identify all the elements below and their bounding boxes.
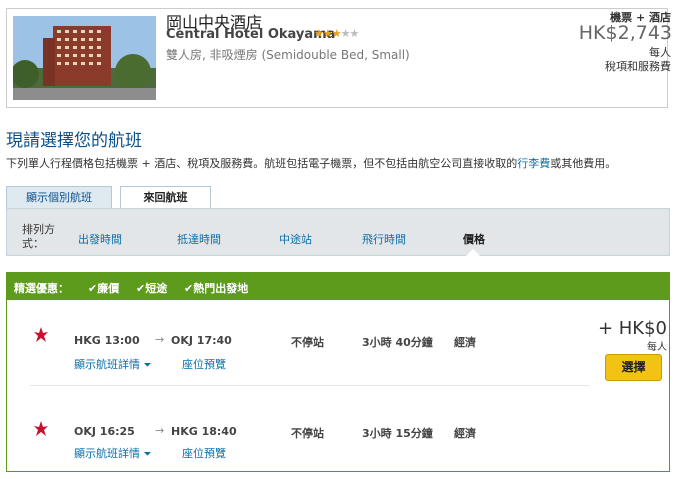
hotel-star-rating: ★★★★★ bbox=[314, 27, 360, 40]
flight-1-details-link[interactable]: 顯示航班詳情 ⏷ bbox=[74, 356, 152, 372]
arrow-right-icon: → bbox=[155, 424, 165, 437]
sort-departure-time[interactable]: 出發時間 bbox=[78, 231, 122, 247]
promo-tag-label: 廉價 bbox=[97, 282, 120, 295]
intro-text: 下列單人行程價格包括機票 + 酒店、稅項及服務費。航班包括電子機票，但不包括由航… bbox=[6, 155, 616, 171]
flight-2-arrival: HKG 18:40 bbox=[171, 425, 237, 438]
flight-1-stops: 不停站 bbox=[291, 336, 324, 349]
select-button[interactable]: 選擇 bbox=[605, 354, 662, 381]
sort-stops[interactable]: 中途站 bbox=[279, 231, 312, 247]
flight-1-departure: HKG 13:00 bbox=[74, 334, 140, 347]
flight-results-panel bbox=[6, 272, 670, 472]
airline-logo-icon bbox=[33, 326, 49, 344]
tab-individual-flights[interactable]: 顯示個別航班 bbox=[6, 186, 112, 208]
package-price: HK$2,743 bbox=[578, 22, 672, 44]
flight-1-cabin: 經濟 bbox=[454, 336, 476, 349]
tab-round-trip[interactable]: 來回航班 bbox=[120, 186, 211, 209]
hotel-name-english[interactable]: Central Hotel Okayama bbox=[166, 27, 335, 42]
check-icon: ✔ bbox=[136, 282, 146, 295]
intro-text-before: 下列單人行程價格包括機票 + 酒店、稅項及服務費。航班包括電子機票，但不包括由航… bbox=[6, 157, 518, 170]
star-empty-icon: ★ bbox=[349, 27, 360, 40]
arrow-right-icon: → bbox=[155, 333, 165, 346]
flight-2-details-link[interactable]: 顯示航班詳情 ⏷ bbox=[74, 445, 152, 461]
flight-1-seat-preview-link[interactable]: 座位預覽 bbox=[182, 356, 226, 372]
expand-icon: ⏷ bbox=[143, 449, 152, 460]
flight-2-stops: 不停站 bbox=[291, 427, 324, 440]
flight-2-departure: OKJ 16:25 bbox=[74, 425, 135, 438]
expand-icon: ⏷ bbox=[143, 360, 152, 371]
sort-arrival-time[interactable]: 抵達時間 bbox=[177, 231, 221, 247]
baggage-fee-link[interactable]: 行李費 bbox=[517, 157, 550, 170]
page-title: 現請選擇您的航班 bbox=[6, 131, 142, 151]
flight-1-duration: 3小時 40分鐘 bbox=[362, 336, 433, 349]
check-icon: ✔ bbox=[184, 282, 194, 295]
offer-price: + HK$0 bbox=[597, 318, 667, 339]
promo-tag-short: ✔短途 bbox=[136, 280, 167, 296]
star-icon: ★ bbox=[331, 27, 342, 40]
tax-note: 稅項和服務費 bbox=[605, 60, 671, 73]
flight-1-arrival: OKJ 17:40 bbox=[171, 334, 232, 347]
room-type: 雙人房, 非吸煙房 (Semidouble Bed, Small) bbox=[166, 48, 410, 62]
promo-tag-cheap: ✔廉價 bbox=[88, 280, 119, 296]
sort-price[interactable]: 價格 bbox=[463, 231, 485, 247]
details-link-label: 顯示航班詳情 bbox=[74, 447, 140, 460]
star-empty-icon: ★ bbox=[340, 27, 351, 40]
sort-label: 排列方式： bbox=[22, 223, 55, 250]
promo-tag-popular: ✔熱門出發地 bbox=[184, 280, 248, 296]
promo-tag-label: 短途 bbox=[145, 282, 168, 295]
promo-tag-label: 熱門出發地 bbox=[193, 282, 249, 295]
row-divider bbox=[30, 385, 590, 386]
intro-text-after: 或其他費用。 bbox=[550, 157, 617, 170]
airline-logo-icon bbox=[33, 420, 49, 438]
flight-2-seat-preview-link[interactable]: 座位預覽 bbox=[182, 445, 226, 461]
flight-2-duration: 3小時 15分鐘 bbox=[362, 427, 433, 440]
details-link-label: 顯示航班詳情 bbox=[74, 358, 140, 371]
sort-flight-duration[interactable]: 飛行時間 bbox=[362, 231, 406, 247]
star-icon: ★ bbox=[314, 27, 324, 40]
offer-per-person: 每人 bbox=[647, 342, 667, 353]
hotel-photo[interactable] bbox=[13, 16, 156, 100]
promo-label: 精選優惠： bbox=[14, 282, 69, 295]
active-sort-indicator bbox=[466, 249, 480, 256]
star-icon: ★ bbox=[322, 27, 333, 40]
flight-2-cabin: 經濟 bbox=[454, 427, 476, 440]
check-icon: ✔ bbox=[88, 282, 98, 295]
